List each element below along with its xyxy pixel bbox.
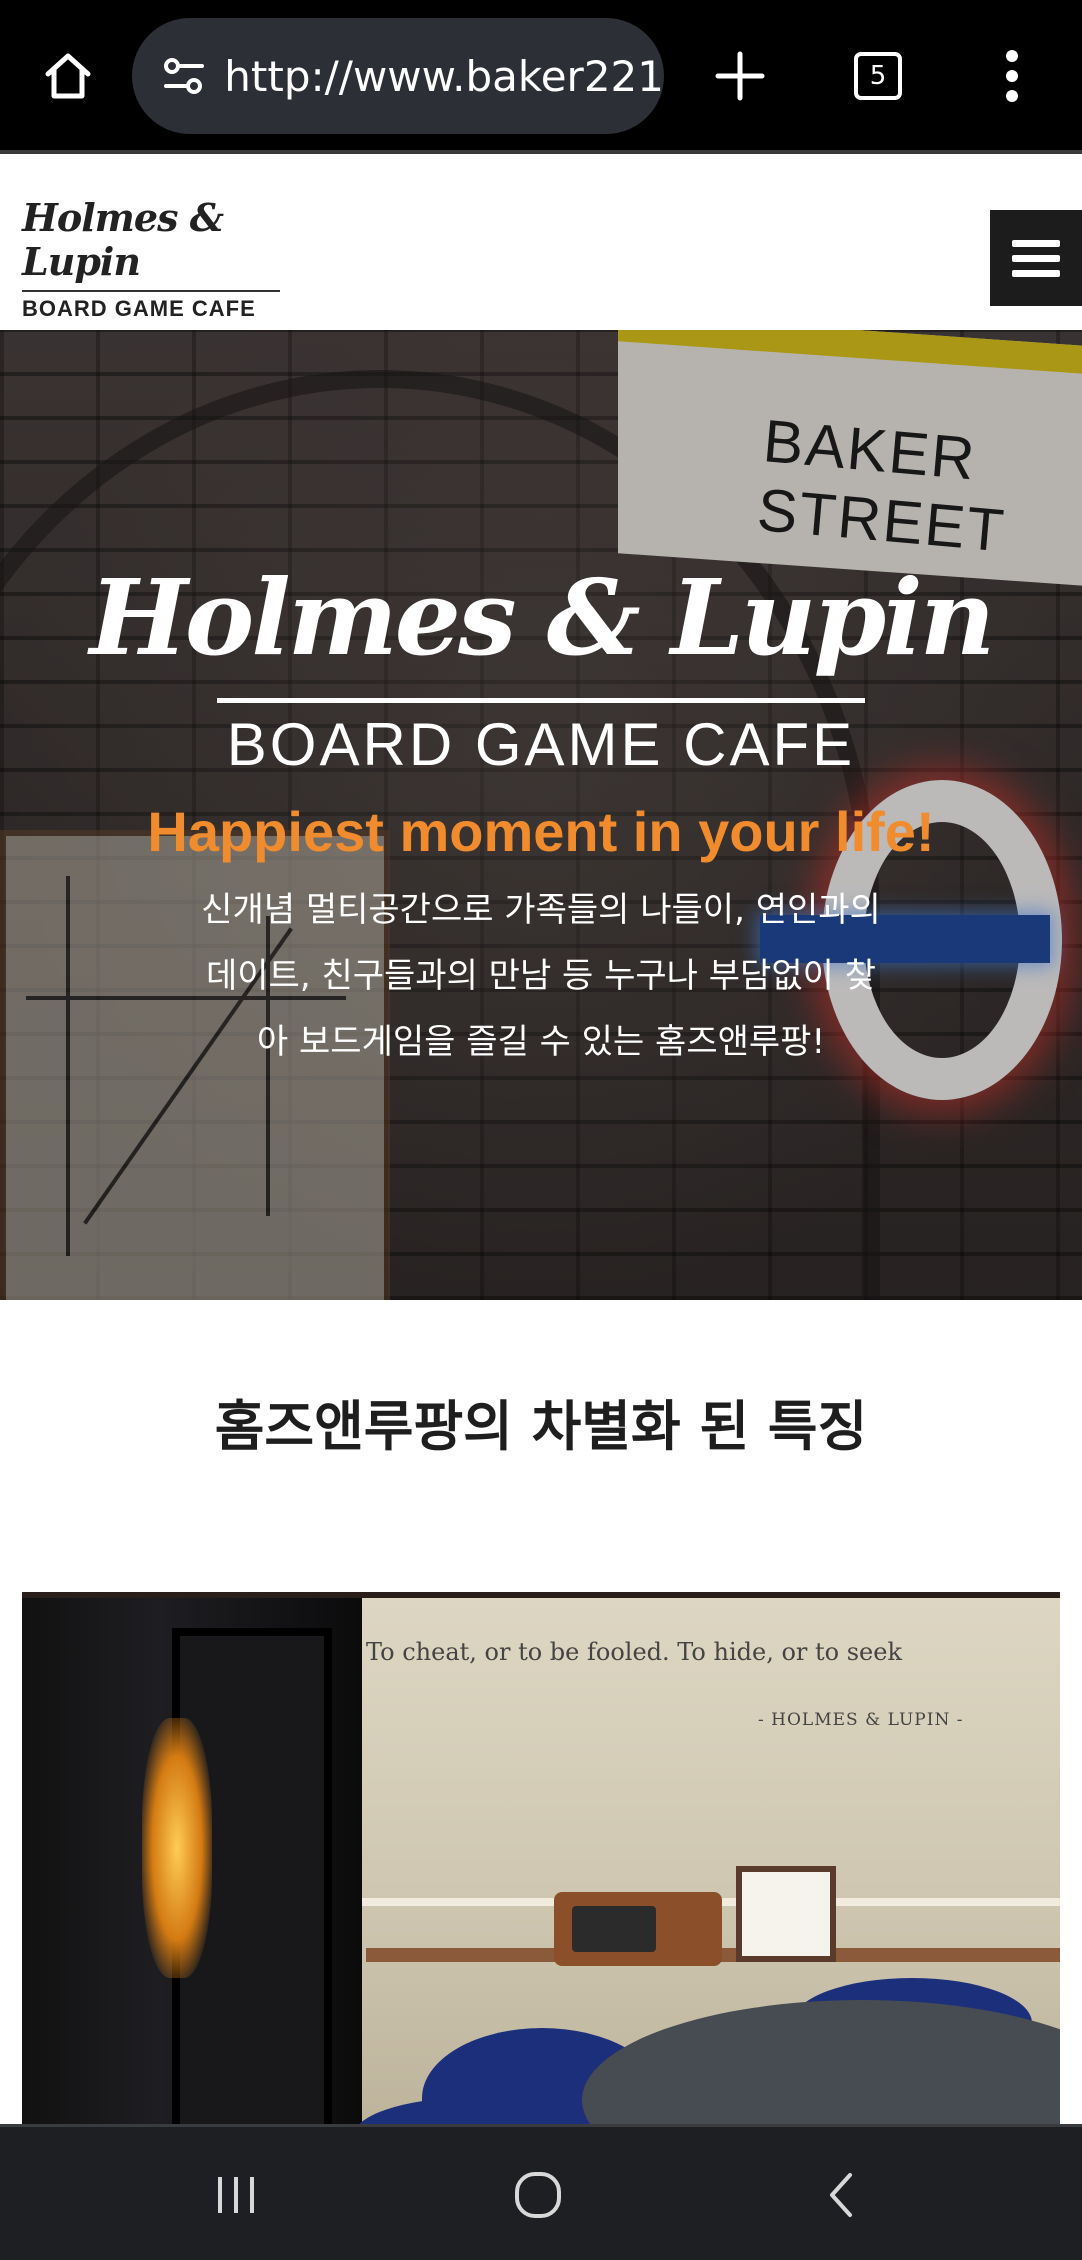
hamburger-line: [1012, 239, 1060, 247]
door-light: [142, 1718, 212, 1978]
picture-frame: [736, 1866, 836, 1962]
hero-headline: Happiest moment in your life!: [147, 800, 935, 863]
door: [22, 1598, 362, 2132]
hero-banner: BAKER STREET Holmes & Lupin BOARD GAME C…: [0, 330, 1082, 1300]
site-header: Holmes & Lupin BOARD GAME CAFE: [0, 154, 1082, 330]
wall-quote: To cheat, or to be fooled. To hide, or t…: [366, 1638, 903, 1666]
site-settings-icon[interactable]: [158, 56, 210, 96]
home-nav-button[interactable]: [498, 2163, 578, 2227]
hero-logo-script: Holmes & Lupin: [89, 556, 996, 679]
vintage-radio: [554, 1892, 722, 1966]
overflow-menu-button[interactable]: [972, 36, 1052, 116]
round-table: [582, 2000, 1060, 2132]
hamburger-menu-button[interactable]: [990, 210, 1082, 306]
hero-divider: [217, 698, 865, 703]
tab-switcher-button[interactable]: 5: [838, 40, 918, 112]
address-bar[interactable]: http://www.baker221: [132, 18, 664, 134]
feature-image: To cheat, or to be fooled. To hide, or t…: [22, 1592, 1060, 2132]
new-tab-button[interactable]: [700, 36, 780, 116]
hero-logo-subtitle: BOARD GAME CAFE: [226, 711, 856, 778]
logo-divider: [22, 290, 280, 292]
overflow-menu-icon: [1006, 50, 1018, 102]
logo-script-text: Holmes & Lupin: [22, 195, 224, 284]
wall-quote-attribution: - HOLMES & LUPIN -: [758, 1710, 964, 1730]
hero-description: 신개념 멀티공간으로 가족들의 나들이, 연인과의 데이트, 친구들과의 만남 …: [201, 890, 881, 1062]
system-navigation-bar: [0, 2124, 1082, 2260]
hamburger-line: [1012, 254, 1060, 262]
tabs-icon: 5: [854, 52, 902, 100]
tab-count: 5: [869, 61, 887, 91]
hamburger-line: [1012, 269, 1060, 277]
recent-apps-button[interactable]: [196, 2163, 276, 2227]
home-icon: [45, 53, 91, 99]
back-button[interactable]: [802, 2163, 882, 2227]
site-logo[interactable]: Holmes & Lupin BOARD GAME CAFE: [22, 196, 284, 322]
back-icon: [830, 2173, 852, 2217]
hero-content: Holmes & Lupin BOARD GAME CAFE Happiest …: [0, 558, 1082, 1075]
new-tab-icon: [715, 51, 765, 101]
browser-toolbar: http://www.baker221 5: [0, 0, 1082, 154]
url-text[interactable]: http://www.baker221: [224, 52, 664, 101]
home-circle-icon: [515, 2172, 561, 2218]
features-section-title: 홈즈앤루팡의 차별화 된 특징: [214, 1395, 868, 1458]
recent-apps-icon: [218, 2177, 254, 2213]
logo-subtitle: BOARD GAME CAFE: [22, 296, 256, 321]
home-button[interactable]: [28, 36, 108, 116]
